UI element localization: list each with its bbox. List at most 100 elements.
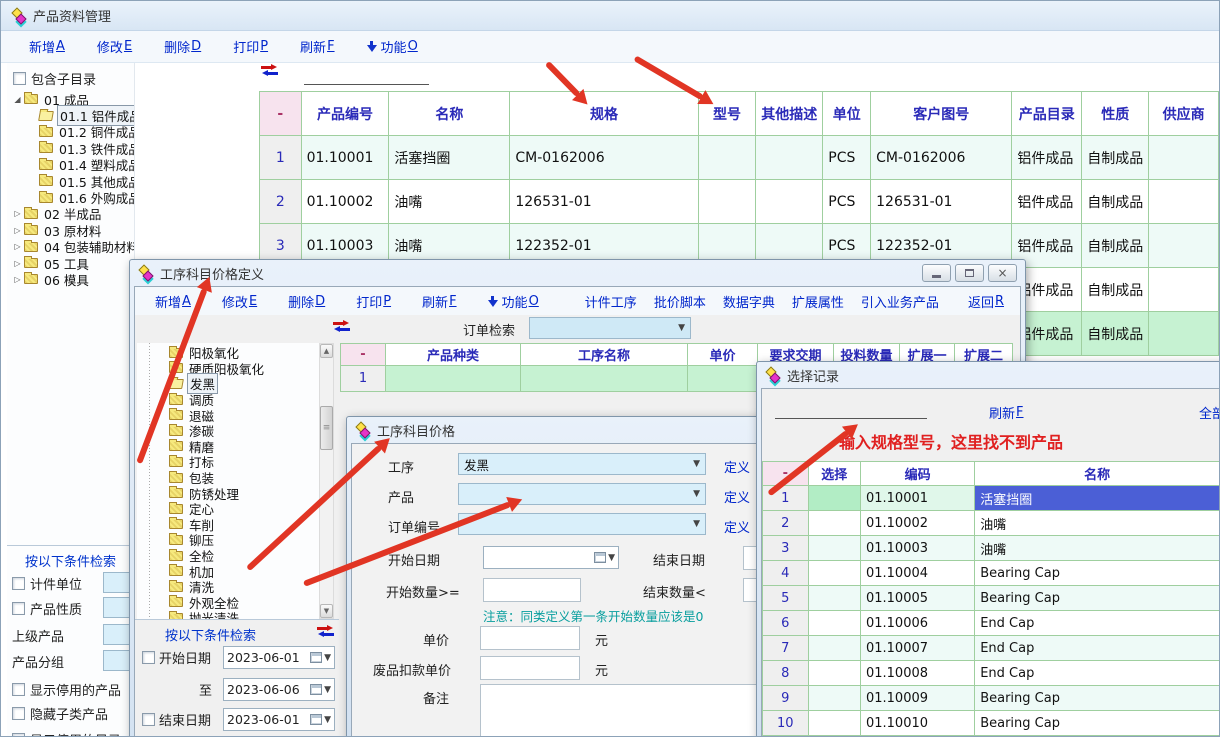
column-header[interactable]: 名称 xyxy=(389,92,510,136)
table-cell[interactable]: 铝件成品 xyxy=(1012,180,1082,224)
scroll-thumb[interactable]: ≡ xyxy=(320,406,333,450)
tree-item[interactable]: 硬质阳极氧化 xyxy=(137,361,319,377)
table-cell[interactable]: CM-0162006 xyxy=(871,136,1012,180)
table-cell[interactable]: 01.10001 xyxy=(301,136,389,180)
dropdown-arrow-icon[interactable]: ▼ xyxy=(324,715,331,725)
table-cell[interactable]: End Cap xyxy=(975,661,1220,686)
filter-row[interactable]: 隐藏子类产品 xyxy=(12,702,134,724)
table-cell[interactable] xyxy=(521,366,688,392)
tree-item[interactable]: 01.2 铜件成品 xyxy=(7,124,134,140)
column-header[interactable]: 产品种类 xyxy=(386,344,521,366)
tree-item[interactable]: ▷04 包装辅助材料 xyxy=(7,239,134,255)
table-cell[interactable]: 01.10005 xyxy=(860,586,974,611)
menu-item[interactable]: 打印P xyxy=(233,37,268,56)
tree-item[interactable]: 渗碳 xyxy=(137,423,319,439)
menu-item[interactable]: 扩展属性 xyxy=(792,292,844,311)
dropdown-arrow-icon[interactable]: ▼ xyxy=(693,489,700,499)
table-cell[interactable]: 126531-01 xyxy=(871,180,1012,224)
menu-item[interactable]: 功能O xyxy=(488,292,539,311)
checkbox-icon[interactable] xyxy=(142,651,155,664)
quick-search-input[interactable] xyxy=(304,84,429,85)
filter-row[interactable]: 结束日期 2023-06-01▼ xyxy=(142,708,211,731)
checkbox-icon[interactable] xyxy=(142,713,155,726)
table-cell[interactable]: 自制成品 xyxy=(1082,180,1149,224)
table-cell[interactable] xyxy=(698,136,756,180)
filter-row[interactable]: 计件单位 xyxy=(12,572,134,594)
column-header[interactable]: 单价 xyxy=(688,344,758,366)
menu-item[interactable]: 刷新F xyxy=(422,292,457,311)
column-header[interactable]: 供应商 xyxy=(1149,92,1219,136)
table-cell[interactable]: 01.10007 xyxy=(860,636,974,661)
tree-item[interactable]: 全检 xyxy=(137,548,319,564)
table-cell[interactable] xyxy=(808,586,860,611)
remark-textarea[interactable] xyxy=(480,684,758,737)
table-cell[interactable] xyxy=(1149,180,1219,224)
process-window-titlebar[interactable]: 工序科目价格定义 × xyxy=(134,260,1021,286)
table-cell[interactable]: 油嘴 xyxy=(975,511,1220,536)
table-cell[interactable]: 01.10008 xyxy=(860,661,974,686)
tree-item[interactable]: 打标 xyxy=(137,454,319,470)
table-cell[interactable] xyxy=(808,711,860,736)
tree-item[interactable]: ▷02 半成品 xyxy=(7,206,134,222)
tree-item[interactable]: ▷03 原材料 xyxy=(7,222,134,238)
table-cell[interactable] xyxy=(808,511,860,536)
collapsed-expander-icon[interactable]: ▷ xyxy=(12,226,23,235)
table-cell[interactable] xyxy=(808,536,860,561)
table-cell[interactable]: 油嘴 xyxy=(389,180,510,224)
column-header[interactable]: 名称 xyxy=(975,462,1220,486)
dropdown-arrow-icon[interactable]: ▼ xyxy=(324,685,331,695)
table-cell[interactable] xyxy=(698,180,756,224)
tree-item[interactable]: 01.6 外购成品 xyxy=(7,189,134,205)
table-cell[interactable] xyxy=(1149,268,1219,312)
menu-item[interactable]: 删除D xyxy=(288,292,325,311)
product-combo[interactable]: ▼ xyxy=(458,483,706,505)
start-qty-input[interactable] xyxy=(483,578,581,602)
column-header[interactable]: 客户图号 xyxy=(871,92,1012,136)
menu-item[interactable]: 计件工序 xyxy=(585,292,637,311)
table-cell[interactable] xyxy=(756,136,823,180)
menu-item[interactable]: 打印P xyxy=(356,292,391,311)
tree-item[interactable]: 01.4 塑料成品 xyxy=(7,157,134,173)
table-cell[interactable]: 7 xyxy=(763,636,809,661)
menu-item[interactable]: 数据字典 xyxy=(723,292,775,311)
table-cell[interactable]: 铝件成品 xyxy=(1012,136,1082,180)
tree-item[interactable]: 定心 xyxy=(137,501,319,517)
dropdown-arrow-icon[interactable]: ▼ xyxy=(324,653,331,663)
dropdown-arrow-icon[interactable]: ▼ xyxy=(693,459,700,469)
define-link[interactable]: 定义 xyxy=(724,457,750,476)
table-cell[interactable]: Bearing Cap xyxy=(975,561,1220,586)
collapsed-expander-icon[interactable]: ▷ xyxy=(12,242,23,251)
menu-item[interactable]: 引入业务产品 xyxy=(861,292,939,311)
scroll-down-button[interactable]: ▼ xyxy=(320,604,333,618)
table-cell[interactable]: 4 xyxy=(763,561,809,586)
dialog-titlebar[interactable]: 工序科目价格 xyxy=(351,417,759,443)
column-header[interactable]: 单位 xyxy=(823,92,871,136)
menu-item[interactable]: 刷新F xyxy=(300,37,335,56)
table-cell[interactable]: 自制成品 xyxy=(1082,224,1149,268)
menu-item[interactable]: 修改E xyxy=(97,37,132,56)
table-cell[interactable]: 自制成品 xyxy=(1082,136,1149,180)
column-header[interactable]: - xyxy=(260,92,302,136)
table-cell[interactable]: 自制成品 xyxy=(1082,312,1149,356)
checkbox-icon[interactable] xyxy=(12,707,25,720)
tree-item[interactable]: 抛光清洗 xyxy=(137,610,319,619)
table-cell[interactable]: 6 xyxy=(763,611,809,636)
table-cell[interactable]: End Cap xyxy=(975,611,1220,636)
table-cell[interactable]: 1 xyxy=(341,366,386,392)
table-cell[interactable]: 01.10002 xyxy=(301,180,389,224)
process-combo[interactable]: 发黑▼ xyxy=(458,453,706,475)
column-header[interactable]: - xyxy=(341,344,386,366)
menu-item[interactable]: 删除D xyxy=(164,37,201,56)
table-cell[interactable]: 1 xyxy=(260,136,302,180)
checkbox-icon[interactable] xyxy=(12,733,25,737)
tree-item[interactable]: ▷06 模具 xyxy=(7,271,134,287)
table-cell[interactable]: 2 xyxy=(260,180,302,224)
dropdown-arrow-icon[interactable]: ▼ xyxy=(678,323,685,333)
tree-item[interactable]: 01.3 铁件成品 xyxy=(7,140,134,156)
table-cell[interactable] xyxy=(808,561,860,586)
collapsed-expander-icon[interactable]: ▷ xyxy=(12,259,23,268)
table-cell[interactable]: PCS xyxy=(823,180,871,224)
table-cell[interactable]: 9 xyxy=(763,686,809,711)
table-cell[interactable]: 01.10009 xyxy=(860,686,974,711)
column-header[interactable]: 编码 xyxy=(860,462,974,486)
